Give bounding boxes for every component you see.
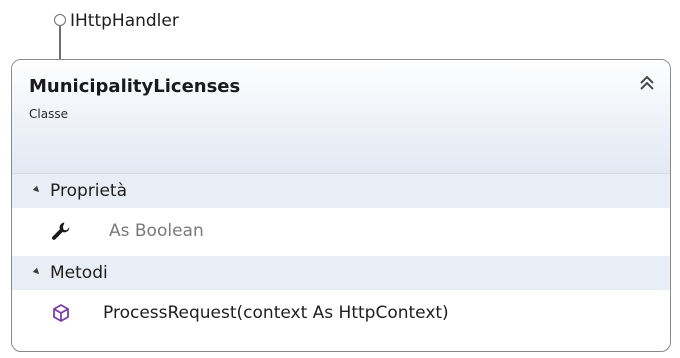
collapse-triangle-icon[interactable] — [32, 185, 42, 195]
interface-connector-line — [59, 26, 61, 60]
properties-compartment-header[interactable]: Proprietà — [12, 174, 670, 208]
wrench-icon — [52, 222, 70, 240]
class-header[interactable]: MunicipalityLicenses Classe — [12, 60, 670, 174]
property-row[interactable]: As Boolean — [12, 208, 670, 256]
method-signature: ProcessRequest(context As HttpContext) — [103, 303, 449, 323]
class-shape[interactable]: MunicipalityLicenses Classe Proprietà As… — [11, 59, 671, 352]
class-stereotype: Classe — [29, 107, 68, 121]
interface-name[interactable]: IHttpHandler — [70, 10, 179, 32]
method-cube-icon — [53, 303, 69, 323]
class-name[interactable]: MunicipalityLicenses — [29, 75, 240, 99]
double-chevron-up-icon[interactable] — [638, 74, 656, 92]
property-signature: As Boolean — [109, 221, 204, 241]
properties-label: Proprietà — [50, 181, 128, 201]
class-diagram-canvas: IHttpHandler MunicipalityLicenses Classe… — [0, 0, 680, 358]
methods-compartment-header[interactable]: Metodi — [12, 256, 670, 290]
interface-lollipop-icon — [54, 14, 66, 26]
collapse-triangle-icon[interactable] — [32, 267, 42, 277]
methods-label: Metodi — [50, 263, 108, 283]
method-row[interactable]: ProcessRequest(context As HttpContext) — [12, 290, 670, 340]
